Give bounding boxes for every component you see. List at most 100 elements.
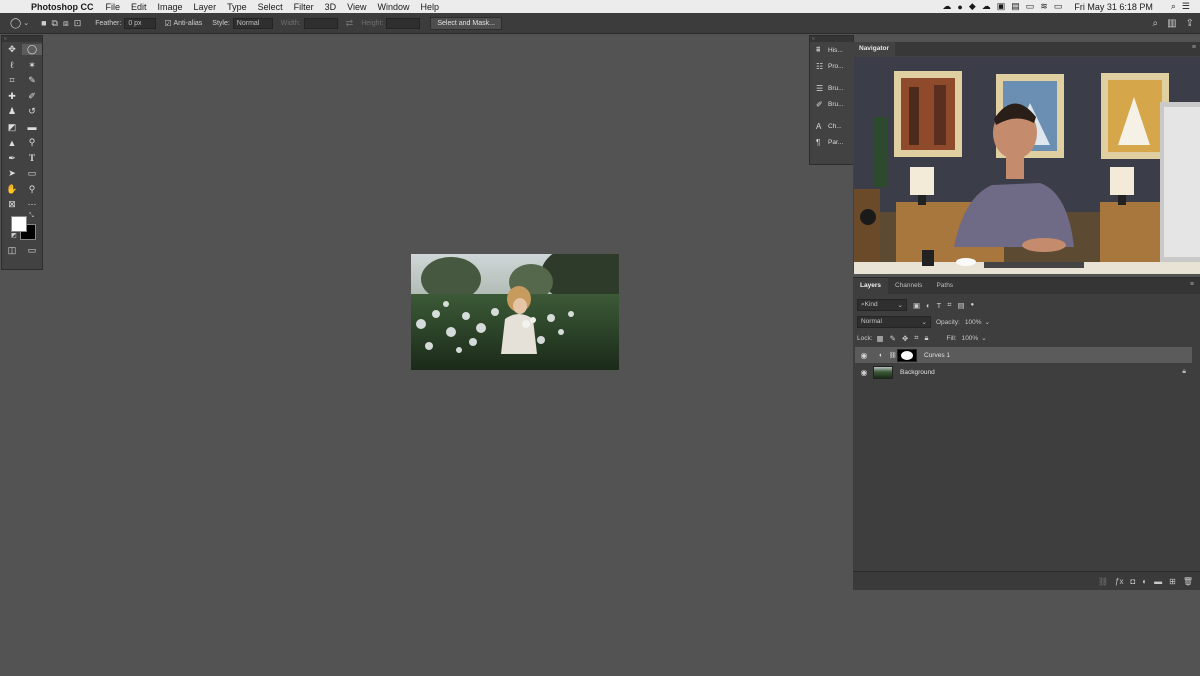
layer-thumbnail[interactable] bbox=[873, 365, 893, 379]
swap-dimensions-icon[interactable]: ⇄ bbox=[346, 18, 354, 29]
filter-pixel-icon[interactable]: ▣ bbox=[913, 301, 920, 310]
notification-center-icon[interactable]: ☰ bbox=[1182, 1, 1190, 12]
antialias-checkbox[interactable]: ☑ bbox=[164, 19, 171, 28]
clone-stamp-tool-icon[interactable]: ♟ bbox=[2, 106, 22, 117]
battery-icon[interactable]: ▭ bbox=[1054, 1, 1063, 12]
more-tools-icon[interactable]: ⋯ bbox=[22, 199, 42, 210]
dodge-tool-icon[interactable]: ⚲ bbox=[22, 137, 42, 148]
intersect-selection-icon[interactable]: ⊡ bbox=[74, 18, 82, 29]
swap-colors-icon[interactable]: ⤡ bbox=[29, 213, 34, 220]
dropbox-icon[interactable]: ◆ bbox=[969, 1, 976, 12]
lock-position-icon[interactable]: ✥ bbox=[902, 334, 908, 343]
eyedropper-tool-icon[interactable]: ✎ bbox=[22, 75, 42, 86]
menu-file[interactable]: File bbox=[106, 2, 121, 12]
cloud-icon[interactable]: ☁ bbox=[982, 1, 991, 12]
navigator-preview[interactable] bbox=[854, 57, 1200, 274]
elliptical-marquee-tool-icon[interactable]: ◯ bbox=[22, 44, 42, 56]
tab-layers[interactable]: Layers bbox=[853, 278, 888, 294]
panel-paragraph[interactable]: ¶ Par... bbox=[810, 134, 853, 150]
type-tool-icon[interactable]: T bbox=[22, 153, 42, 163]
zoom-tool-icon[interactable]: ⚲ bbox=[22, 184, 42, 195]
new-layer-icon[interactable]: ⊞ bbox=[1169, 577, 1176, 586]
visibility-eye-icon[interactable]: ◉ bbox=[855, 368, 873, 377]
panel-properties[interactable]: ☷ Pro... bbox=[810, 58, 853, 74]
add-mask-icon[interactable]: ◘ bbox=[1130, 577, 1135, 586]
menu-type[interactable]: Type bbox=[227, 2, 247, 12]
new-group-icon[interactable]: ▬ bbox=[1154, 577, 1162, 586]
quick-mask-icon[interactable]: ◫ bbox=[2, 245, 22, 256]
new-selection-icon[interactable]: ■ bbox=[41, 18, 46, 28]
creative-cloud-icon[interactable]: ☁ bbox=[942, 1, 951, 12]
width-input[interactable] bbox=[303, 17, 338, 29]
skype-icon[interactable]: ● bbox=[957, 2, 962, 12]
height-input[interactable] bbox=[386, 17, 421, 29]
layer-style-icon[interactable]: ƒx bbox=[1115, 577, 1123, 586]
lock-all-icon[interactable]: 🔒︎ bbox=[924, 333, 928, 343]
foreground-color-swatch[interactable] bbox=[11, 215, 27, 232]
lasso-tool-icon[interactable]: ℓ bbox=[2, 60, 22, 70]
screen-mode-icon[interactable]: ▭ bbox=[22, 245, 42, 256]
filter-type-icon[interactable]: T bbox=[937, 301, 942, 310]
menu-filter[interactable]: Filter bbox=[294, 2, 314, 12]
menu-select[interactable]: Select bbox=[258, 2, 283, 12]
tab-navigator[interactable]: Navigator bbox=[853, 42, 895, 56]
spotlight-icon[interactable]: ⌕ bbox=[1171, 1, 1176, 12]
healing-brush-tool-icon[interactable]: ✚ bbox=[2, 91, 22, 102]
app-menu[interactable]: Photoshop CC bbox=[31, 2, 94, 12]
subtract-selection-icon[interactable]: ⧈ bbox=[63, 18, 69, 29]
layer-mask-thumbnail[interactable] bbox=[897, 348, 917, 362]
pen-tool-icon[interactable]: ✒ bbox=[2, 153, 22, 164]
gradient-tool-icon[interactable]: ▬ bbox=[22, 122, 42, 132]
tab-channels[interactable]: Channels bbox=[888, 278, 929, 294]
edit-toolbar-icon[interactable]: ⊠ bbox=[2, 199, 22, 210]
bookmark-icon[interactable]: ▤ bbox=[1011, 1, 1020, 12]
menu-3d[interactable]: 3D bbox=[325, 2, 337, 12]
tool-preset-picker[interactable]: ◯ ⌄ bbox=[10, 18, 29, 29]
default-colors-icon[interactable]: ◩ bbox=[11, 232, 17, 239]
filter-shape-icon[interactable]: ⌗ bbox=[947, 300, 951, 310]
panel-history[interactable]: ⩩ His... bbox=[810, 42, 853, 58]
path-selection-tool-icon[interactable]: ➤ bbox=[2, 168, 22, 179]
clock[interactable]: Fri May 31 6:18 PM bbox=[1074, 2, 1153, 12]
brush-tool-icon[interactable]: ✐ bbox=[22, 91, 42, 102]
filter-smart-object-icon[interactable]: ▤ bbox=[957, 301, 964, 310]
crop-tool-icon[interactable]: ⌗ bbox=[2, 75, 22, 86]
filter-toggle-icon[interactable]: ● bbox=[971, 302, 975, 308]
layers-panel-menu-icon[interactable]: ≡ bbox=[1190, 281, 1194, 288]
rectangle-tool-icon[interactable]: ▭ bbox=[22, 168, 42, 179]
tab-paths[interactable]: Paths bbox=[929, 278, 960, 294]
blur-tool-icon[interactable]: ▲ bbox=[2, 138, 22, 148]
blend-mode-select[interactable]: Normal ⌄ bbox=[857, 316, 931, 328]
wifi-icon[interactable]: ≋ bbox=[1040, 1, 1048, 12]
share-icon[interactable]: ⇪ bbox=[1186, 18, 1194, 29]
panel-brushes[interactable]: ☰ Bru... bbox=[810, 80, 853, 96]
lock-artboard-icon[interactable]: ⌗ bbox=[914, 333, 918, 343]
menu-view[interactable]: View bbox=[347, 2, 366, 12]
menu-help[interactable]: Help bbox=[420, 2, 439, 12]
layer-filter-select[interactable]: ⌕Kind ⌄ bbox=[857, 299, 907, 311]
opacity-input[interactable]: 100% bbox=[962, 318, 985, 327]
layer-row-curves[interactable]: ◉ ◐ ⛓ Curves 1 bbox=[855, 347, 1192, 363]
lock-transparent-icon[interactable]: ▦ bbox=[877, 334, 884, 343]
fill-chevron-icon[interactable]: ⌄ bbox=[981, 334, 986, 342]
visibility-eye-icon[interactable]: ◉ bbox=[855, 351, 873, 360]
search-icon[interactable]: ⌕ bbox=[1153, 18, 1159, 29]
hand-tool-icon[interactable]: ✋ bbox=[2, 184, 22, 195]
filter-adjustment-icon[interactable]: ◐ bbox=[926, 301, 931, 310]
panel-menu-icon[interactable]: ≡ bbox=[1192, 44, 1196, 51]
workspace-icon[interactable]: ▥ bbox=[1167, 18, 1176, 29]
lock-image-icon[interactable]: ✎ bbox=[890, 334, 896, 343]
add-selection-icon[interactable]: ⧉ bbox=[52, 18, 58, 29]
menu-window[interactable]: Window bbox=[377, 2, 409, 12]
delete-layer-icon[interactable]: 🗑︎ bbox=[1183, 577, 1193, 586]
move-tool-icon[interactable]: ✥ bbox=[2, 44, 22, 55]
antialias-checkbox-group[interactable]: ☑ Anti-alias bbox=[164, 19, 202, 28]
magic-wand-tool-icon[interactable]: ✶ bbox=[22, 60, 42, 71]
history-brush-tool-icon[interactable]: ↺ bbox=[22, 106, 42, 117]
feather-input[interactable]: 0 px bbox=[124, 17, 157, 29]
document-canvas[interactable] bbox=[411, 254, 619, 370]
opacity-chevron-icon[interactable]: ⌄ bbox=[984, 318, 989, 326]
fill-input[interactable]: 100% bbox=[959, 334, 982, 343]
layer-row-background[interactable]: ◉ Background 🔒︎ bbox=[855, 364, 1192, 380]
lock-icon[interactable]: 🔒︎ bbox=[1182, 368, 1186, 376]
